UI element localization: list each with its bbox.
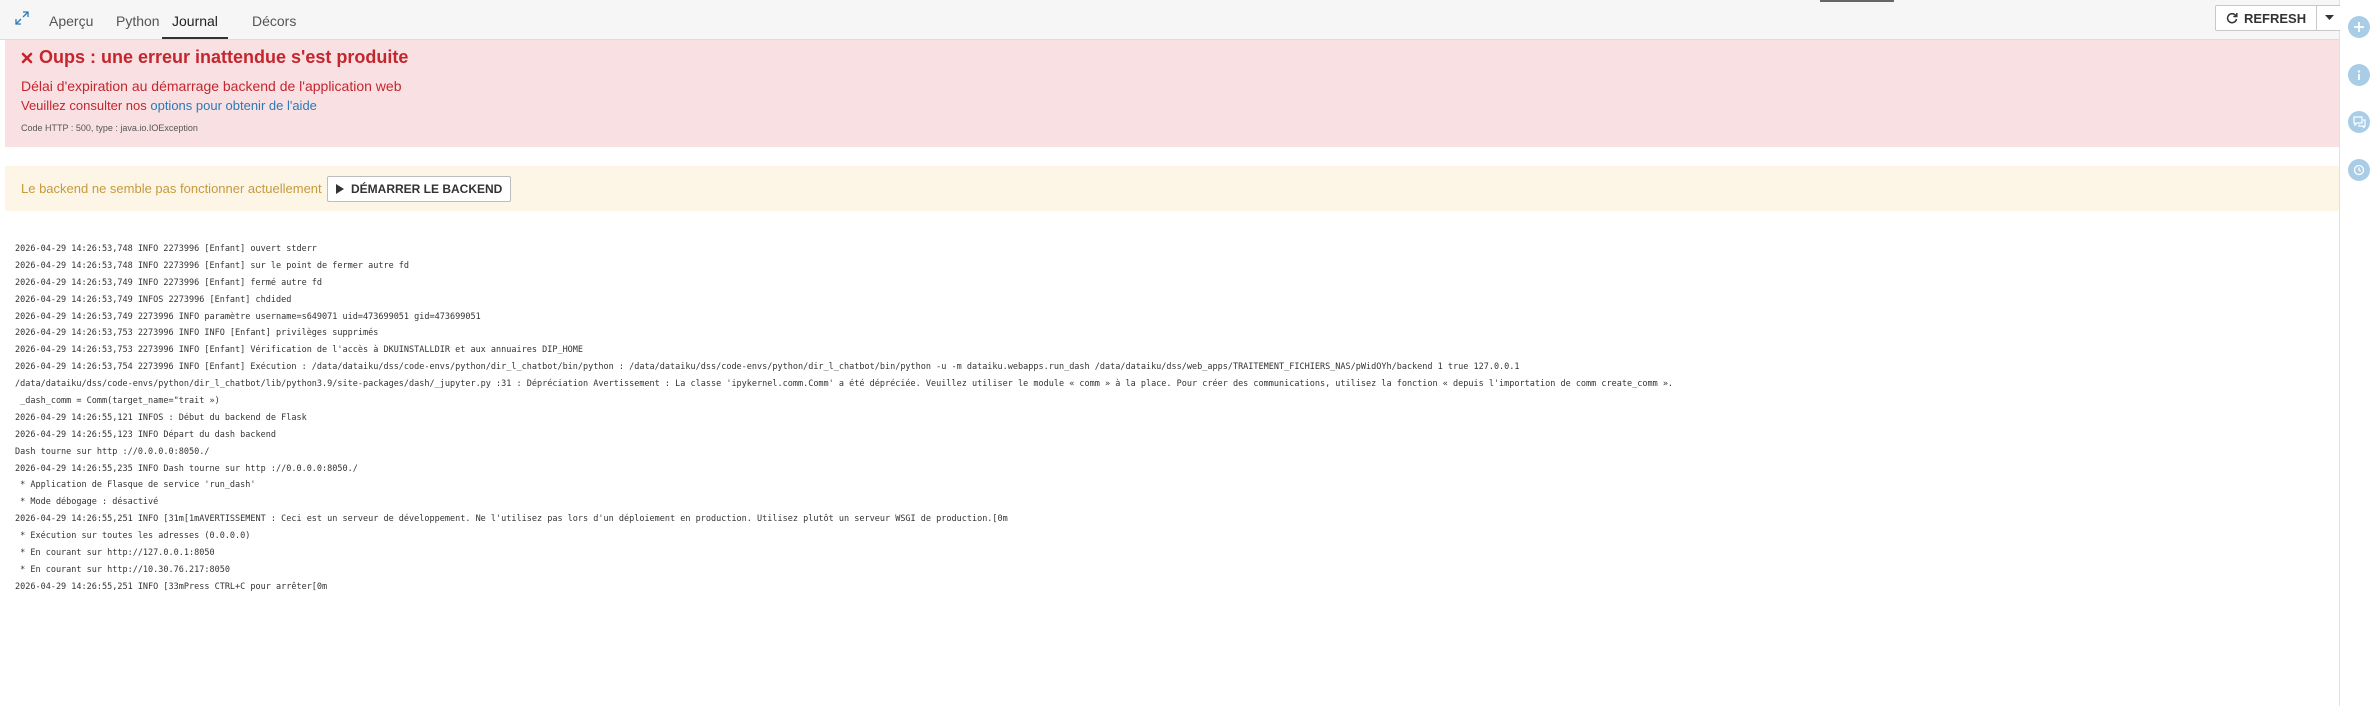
log-line: * Mode débogage : désactivé xyxy=(15,497,159,508)
close-icon xyxy=(21,52,33,63)
log-line: * En courant sur http://10.30.76.217:805… xyxy=(15,564,230,575)
log-line: Dash tourne sur http ://0.0.0.0:8050./ xyxy=(15,446,210,457)
info-icon xyxy=(2357,70,2361,80)
rail-discussions-button[interactable] xyxy=(2348,111,2370,133)
plus-icon xyxy=(2354,22,2364,32)
scroll-indicator xyxy=(1820,0,1894,2)
error-code: Code HTTP : 500, type : java.io.IOExcept… xyxy=(21,123,198,133)
log-line: 2026-04-29 14:26:53,753 2273996 INFO INF… xyxy=(15,328,379,339)
refresh-menu-button[interactable] xyxy=(2317,5,2343,31)
error-help-prefix: Veuillez consulter nos xyxy=(21,98,151,113)
rail-add-button[interactable] xyxy=(2348,16,2370,38)
log-line: 2026-04-29 14:26:55,235 INFO Dash tourne… xyxy=(15,463,358,474)
tab-bar: Aperçu Python Journal Décors REFRESH xyxy=(0,0,2343,40)
error-message: Délai d'expiration au démarrage backend … xyxy=(21,78,402,94)
log-line: * Exécution sur toutes les adresses (0.0… xyxy=(15,531,251,542)
refresh-button[interactable]: REFRESH xyxy=(2215,5,2318,31)
error-help: Veuillez consulter nos options pour obte… xyxy=(21,98,317,113)
log-line: _dash_comm = Comm(target_name="trait ») xyxy=(15,396,220,407)
start-backend-button[interactable]: DÉMARRER LE BACKEND xyxy=(327,176,512,202)
log-line: * Application de Flasque de service 'run… xyxy=(15,480,256,491)
rail-info-button[interactable] xyxy=(2348,64,2370,86)
backend-status-panel: Le backend ne semble pas fonctionner act… xyxy=(5,166,2339,211)
play-icon xyxy=(336,184,344,194)
error-title-text: Oups : une erreur inattendue s'est produ… xyxy=(39,47,409,67)
log-line: 2026-04-29 14:26:53,753 2273996 INFO [En… xyxy=(15,345,584,356)
right-rail xyxy=(2340,0,2376,706)
chevron-down-icon xyxy=(2324,15,2334,20)
expand-icon xyxy=(15,11,29,25)
error-panel: Oups : une erreur inattendue s'est produ… xyxy=(5,40,2339,147)
chat-icon xyxy=(2352,116,2366,128)
refresh-group: REFRESH xyxy=(2215,5,2343,31)
tab-journal[interactable]: Journal xyxy=(162,0,228,39)
log-line: /data/dataiku/dss/code-envs/python/dir_l… xyxy=(15,379,1674,390)
expand-button[interactable] xyxy=(12,8,32,28)
log-line: 2026-04-29 14:26:55,251 INFO [31m[1mAVER… xyxy=(15,514,1008,525)
log-line: 2026-04-29 14:26:55,121 INFOS : Début du… xyxy=(15,412,307,423)
log-line: 2026-04-29 14:26:53,754 2273996 INFO [En… xyxy=(15,362,1520,373)
tab-decors[interactable]: Décors xyxy=(252,0,296,39)
log-line: 2026-04-29 14:26:53,748 INFO 2273996 [En… xyxy=(15,244,317,254)
log-line: 2026-04-29 14:26:53,749 2273996 INFO par… xyxy=(15,311,481,322)
error-title: Oups : une erreur inattendue s'est produ… xyxy=(21,47,408,68)
log-line: 2026-04-29 14:26:55,251 INFO [33mPress C… xyxy=(15,581,328,592)
log-line: 2026-04-29 14:26:53,748 INFO 2273996 [En… xyxy=(15,260,410,271)
refresh-label: REFRESH xyxy=(2244,10,2307,26)
refresh-icon xyxy=(2226,12,2238,24)
start-backend-label: DÉMARRER LE BACKEND xyxy=(351,182,503,196)
tab-apercu[interactable]: Aperçu xyxy=(49,0,93,39)
history-icon xyxy=(2353,164,2365,176)
log-output: 2026-04-29 14:26:53,748 INFO 2273996 [En… xyxy=(15,241,2325,596)
log-line: 2026-04-29 14:26:55,123 INFO Départ du d… xyxy=(15,429,276,440)
backend-status-text: Le backend ne semble pas fonctionner act… xyxy=(21,181,322,196)
log-line: 2026-04-29 14:26:53,749 INFO 2273996 [En… xyxy=(15,277,323,288)
tab-python[interactable]: Python xyxy=(116,0,160,39)
rail-history-button[interactable] xyxy=(2348,159,2370,181)
log-line: * En courant sur http://127.0.0.1:8050 xyxy=(15,548,215,559)
log-line: 2026-04-29 14:26:53,749 INFOS 2273996 [E… xyxy=(15,294,292,305)
help-options-link[interactable]: options pour obtenir de l'aide xyxy=(150,98,317,113)
webapp-editor: Aperçu Python Journal Décors REFRESH Oup… xyxy=(0,0,2343,706)
